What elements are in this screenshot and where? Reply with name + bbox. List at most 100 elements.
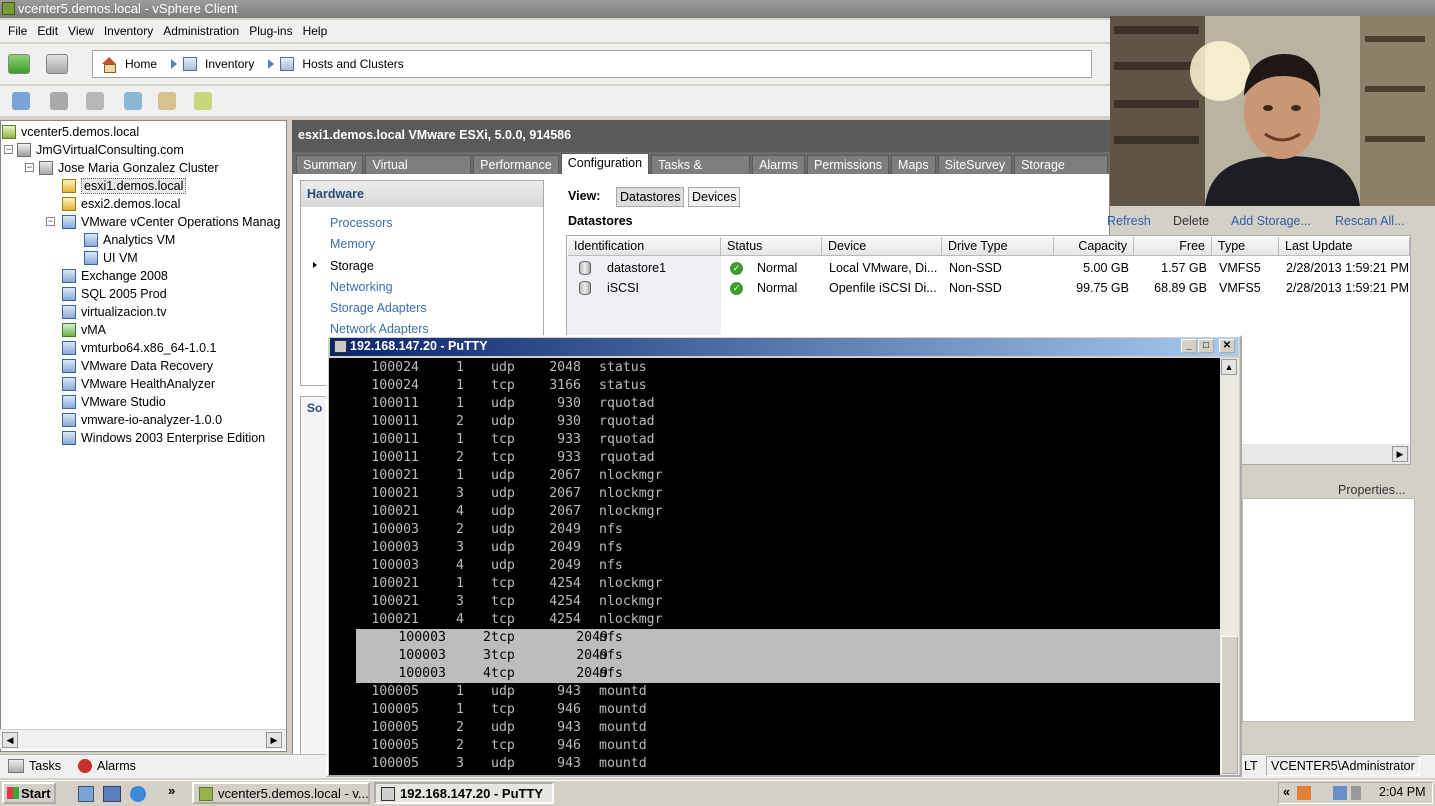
menu-administration[interactable]: Administration <box>163 24 239 38</box>
breadcrumb-separator-icon[interactable] <box>268 59 275 69</box>
start-button[interactable]: Start <box>2 782 56 804</box>
tree-node-vm[interactable]: SQL 2005 Prod <box>62 285 167 303</box>
tray-chevron[interactable]: « <box>1283 785 1290 799</box>
tree-node-ui-vm[interactable]: UI VM <box>84 249 138 267</box>
new-datacenter-icon[interactable] <box>50 92 68 110</box>
alarms-button[interactable]: Alarms <box>78 759 136 773</box>
col-status[interactable]: Status <box>721 237 822 256</box>
quick-launch-chevron[interactable]: » <box>168 783 175 798</box>
taskbar-putty[interactable]: 192.168.147.20 - PuTTY <box>374 782 554 804</box>
tree-node-cluster[interactable]: Jose Maria Gonzalez Cluster <box>39 159 218 177</box>
tree-node-vm[interactable]: VMware Studio <box>62 393 166 411</box>
datastores-horizontal-scrollbar[interactable]: ▶ <box>1240 444 1410 464</box>
datastore-name[interactable]: datastore1 <box>607 261 666 275</box>
col-identification[interactable]: Identification <box>568 237 721 256</box>
add-storage-link[interactable]: Add Storage... <box>1231 214 1311 228</box>
tree-node-vapp[interactable]: VMware vCenter Operations Manag <box>62 213 280 231</box>
collapse-toggle[interactable]: − <box>46 217 55 226</box>
scroll-right-icon[interactable]: ▶ <box>1392 446 1408 462</box>
new-vm-icon[interactable] <box>12 92 30 110</box>
add-host-icon[interactable] <box>124 92 142 110</box>
hardware-networking[interactable]: Networking <box>330 280 393 294</box>
col-type[interactable]: Type <box>1212 237 1279 256</box>
tree-node-esxi2[interactable]: esxi2.demos.local <box>62 195 180 213</box>
breadcrumb-separator-icon[interactable] <box>171 59 178 69</box>
refresh-link[interactable]: Refresh <box>1107 214 1151 228</box>
tree-node-analytics-vm[interactable]: Analytics VM <box>84 231 175 249</box>
tree-node-vm[interactable]: vmware-io-analyzer-1.0.0 <box>62 411 222 429</box>
breadcrumb-hosts-and-clusters[interactable]: Hosts and Clusters <box>302 57 403 71</box>
menu-edit[interactable]: Edit <box>37 24 58 38</box>
datastore-name[interactable]: iSCSI <box>607 281 639 295</box>
delete-link[interactable]: Delete <box>1173 214 1209 228</box>
col-last-update[interactable]: Last Update <box>1279 237 1410 256</box>
tab-virtual-machines[interactable]: Virtual Machines <box>365 155 472 190</box>
menu-help[interactable]: Help <box>303 24 328 38</box>
hardware-network-adapters[interactable]: Network Adapters <box>330 322 429 336</box>
tree-node-vm[interactable]: Windows 2003 Enterprise Edition <box>62 429 265 447</box>
tree-node-vm[interactable]: vMA <box>62 321 106 339</box>
tab-sitesurvey[interactable]: SiteSurvey <box>937 155 1013 174</box>
tree-horizontal-scrollbar[interactable]: ◀ ▶ <box>0 729 286 749</box>
tab-tasks-events[interactable]: Tasks & Events <box>651 155 751 190</box>
show-desktop-icon[interactable] <box>78 786 94 802</box>
menu-plugins[interactable]: Plug-ins <box>249 24 292 38</box>
tab-maps[interactable]: Maps <box>891 155 936 174</box>
view-devices-button[interactable]: Devices <box>688 187 741 207</box>
tab-alarms[interactable]: Alarms <box>752 155 805 174</box>
terminal-scroll-thumb[interactable] <box>1221 636 1238 774</box>
hardware-memory[interactable]: Memory <box>330 237 375 251</box>
col-capacity[interactable]: Capacity <box>1054 237 1134 256</box>
tab-storage-views[interactable]: Storage Views <box>1014 155 1108 190</box>
tree-node-esxi1[interactable]: esxi1.demos.local <box>62 177 187 195</box>
tree-node-vm[interactable]: VMware Data Recovery <box>62 357 213 375</box>
internet-explorer-icon[interactable] <box>130 786 146 802</box>
col-drive-type[interactable]: Drive Type <box>942 237 1054 256</box>
forward-button[interactable] <box>46 54 68 74</box>
server-manager-icon[interactable] <box>103 786 121 802</box>
tab-performance[interactable]: Performance <box>473 155 559 174</box>
col-free[interactable]: Free <box>1134 237 1212 256</box>
tab-configuration[interactable]: Configuration <box>560 153 650 174</box>
tree-node-vm[interactable]: virtualizacion.tv <box>62 303 166 321</box>
close-button[interactable]: ✕ <box>1219 339 1235 353</box>
back-button[interactable] <box>8 54 30 74</box>
new-cluster-icon[interactable] <box>86 92 104 110</box>
breadcrumb-home[interactable]: Home <box>125 57 157 71</box>
minimize-button[interactable]: _ <box>1181 339 1197 353</box>
taskbar-vsphere-client[interactable]: vcenter5.demos.local - v... <box>192 782 370 804</box>
tab-permissions[interactable]: Permissions <box>806 155 890 174</box>
resource-pool-icon[interactable] <box>158 92 176 110</box>
collapse-toggle[interactable]: − <box>4 145 13 154</box>
collapse-toggle[interactable]: − <box>25 163 34 172</box>
tree-node-vm[interactable]: VMware HealthAnalyzer <box>62 375 215 393</box>
tab-summary[interactable]: Summary <box>296 155 364 174</box>
terminal-cell: tcp <box>491 378 515 393</box>
tree-node-vm[interactable]: Exchange 2008 <box>62 267 168 285</box>
properties-link[interactable]: Properties... <box>1338 483 1405 497</box>
tasks-button[interactable]: Tasks <box>8 759 61 773</box>
maximize-button[interactable]: □ <box>1198 339 1214 353</box>
menu-view[interactable]: View <box>68 24 94 38</box>
scroll-left-icon[interactable]: ◀ <box>2 732 18 748</box>
tray-app-icon[interactable] <box>1297 786 1311 800</box>
scroll-up-icon[interactable]: ▲ <box>1221 359 1237 375</box>
view-datastores-button[interactable]: Datastores <box>616 187 685 207</box>
col-device[interactable]: Device <box>822 237 942 256</box>
volume-icon[interactable] <box>1351 786 1361 800</box>
putty-title-bar[interactable]: 192.168.147.20 - PuTTY <box>330 338 1238 356</box>
scroll-right-icon[interactable]: ▶ <box>266 732 282 748</box>
hardware-processors[interactable]: Processors <box>330 216 393 230</box>
rescan-all-link[interactable]: Rescan All... <box>1335 214 1404 228</box>
breadcrumb-inventory[interactable]: Inventory <box>205 57 254 71</box>
menu-file[interactable]: File <box>8 24 27 38</box>
putty-terminal[interactable]: 100024 1 udp 2048 status 100024 1 tcp 3166 status… <box>329 358 1220 775</box>
tree-node-vcenter[interactable]: vcenter5.demos.local <box>2 123 139 141</box>
vapp-icon[interactable] <box>194 92 212 110</box>
tree-node-datacenter[interactable]: JmGVirtualConsulting.com <box>17 141 184 159</box>
menu-inventory[interactable]: Inventory <box>104 24 153 38</box>
hardware-storage-adapters[interactable]: Storage Adapters <box>330 301 427 315</box>
network-icon[interactable] <box>1333 786 1347 800</box>
hardware-storage[interactable]: Storage <box>330 259 374 273</box>
tree-node-vm[interactable]: vmturbo64.x86_64-1.0.1 <box>62 339 217 357</box>
